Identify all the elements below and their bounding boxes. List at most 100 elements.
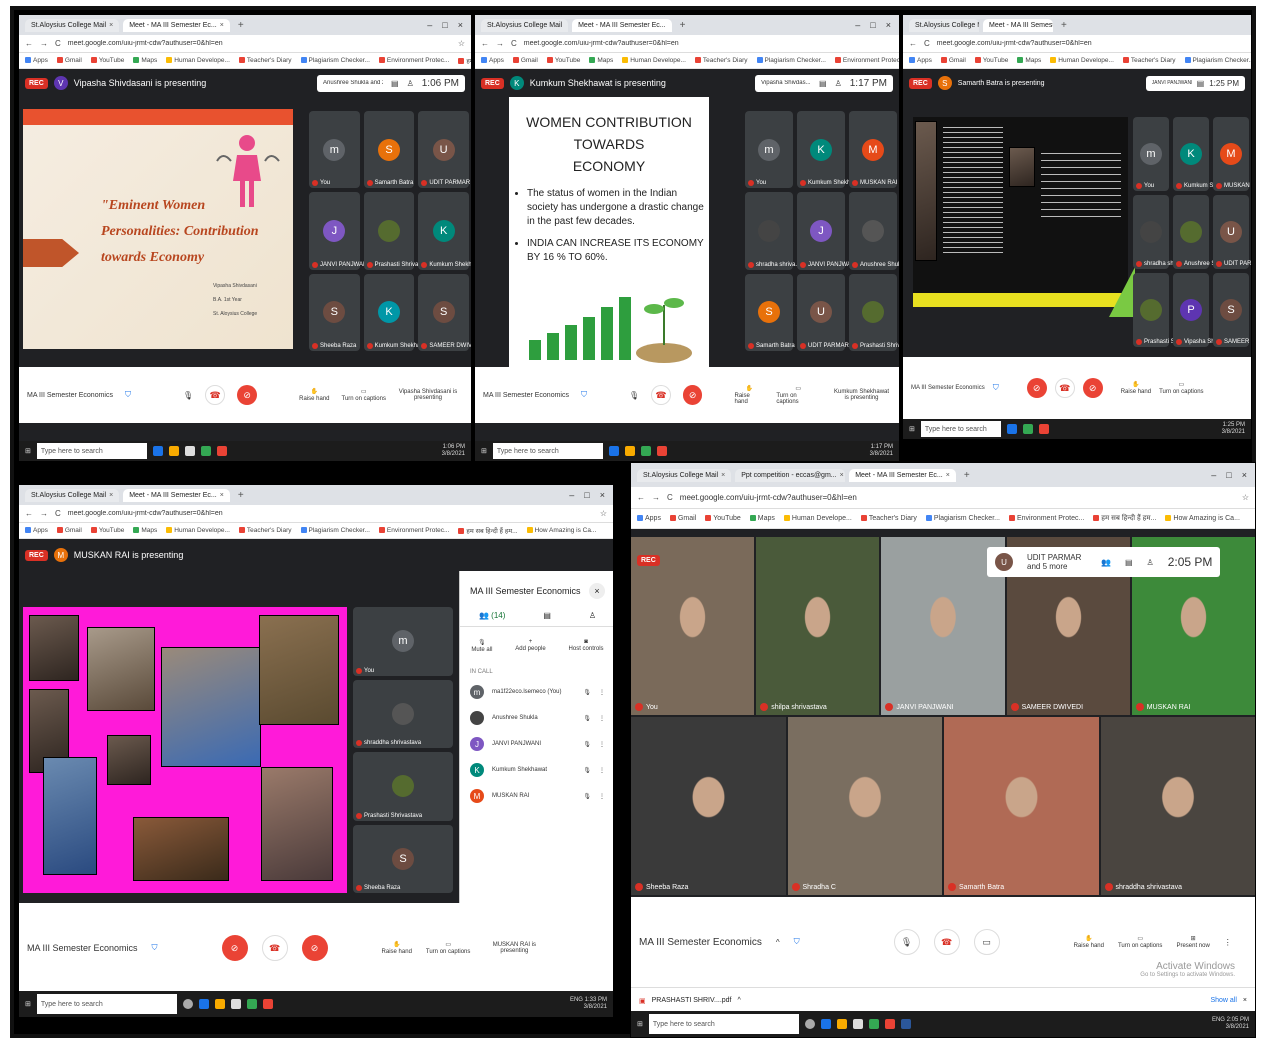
bookmark-item[interactable]: Teacher's Diary [861, 515, 917, 522]
bookmark-item[interactable]: Maps [589, 57, 613, 64]
participant-tile[interactable]: K Kumkum Shekh... [418, 192, 471, 270]
camera-off-button[interactable]: ⊘ [1082, 378, 1103, 398]
forward-icon[interactable]: → [40, 509, 48, 518]
edge-icon[interactable] [152, 446, 163, 456]
bookmark-item[interactable]: Gmail [670, 515, 696, 522]
bookmark-item[interactable]: YouTube [91, 527, 125, 534]
chrome-icon[interactable] [884, 1019, 895, 1029]
bookmark-item[interactable]: हम सब हिन्दी हैं हम... [458, 526, 517, 535]
new-tab-icon[interactable]: + [234, 490, 248, 501]
add-people-button[interactable]: + Add people [515, 639, 545, 653]
bookmark-item[interactable]: Plagiarism Checker... [926, 515, 1000, 522]
chevron-up-icon[interactable]: ^ [776, 938, 780, 947]
files-icon[interactable] [214, 999, 225, 1009]
people-icon[interactable]: 👥 [1101, 558, 1111, 567]
bookmark-item[interactable]: Human Develope... [166, 527, 230, 534]
close-icon[interactable]: × [1243, 997, 1247, 1004]
files-icon[interactable] [836, 1019, 847, 1029]
bookmark-item[interactable]: हम सब हिन्दी हैं हम... [1093, 514, 1156, 523]
taskbar-search[interactable]: Type here to search [36, 994, 177, 1014]
participant-tile[interactable]: J JANVI PANJWANI [309, 192, 369, 270]
address-field[interactable]: meet.google.com/uiu-jrmt-cdw?authuser=0&… [937, 40, 1245, 47]
back-icon[interactable]: ← [909, 39, 917, 48]
meeting-name[interactable]: MA III Semester Economics [27, 943, 138, 953]
participant-tile[interactable]: m You [353, 607, 453, 676]
participant-video[interactable]: shilpa shrivastava [756, 537, 880, 715]
participant-tile[interactable]: Prashasti Shriva... [363, 192, 423, 270]
bookmark-item[interactable]: हम सब हिन्दी हैं हम... [458, 56, 471, 65]
address-field[interactable]: meet.google.com/uiu-jrmt-cdw?authuser=0&… [680, 493, 1235, 502]
participant-tile[interactable]: m You [1133, 117, 1169, 191]
mic-button[interactable]: 🎙 [893, 929, 920, 955]
bookmark-item[interactable]: YouTube [705, 515, 741, 522]
forward-icon[interactable]: → [496, 39, 504, 48]
close-icon[interactable]: × [220, 22, 224, 29]
bookmark-item[interactable]: YouTube [547, 57, 581, 64]
participant-tile[interactable]: S SAMEER DWIVEDI [418, 273, 471, 351]
bookmark-item[interactable]: Environment Protec... [1009, 515, 1084, 522]
more-options-icon[interactable]: ⋮ [599, 689, 605, 696]
meeting-name[interactable]: MA III Semester Economics [911, 385, 985, 391]
activities-icon[interactable]: ♙ [1147, 558, 1154, 567]
mic-icon[interactable]: 🎙 [629, 391, 639, 400]
participant-tile[interactable]: S Samarth Batra [363, 111, 415, 189]
reload-icon[interactable]: C [924, 39, 930, 48]
chevron-up-icon[interactable]: ^ [738, 997, 741, 1004]
participant-tile[interactable]: Anushree Shukla [1173, 195, 1230, 269]
more-options-icon[interactable]: ⋮ [599, 715, 605, 722]
tab-meet[interactable]: Meet - MA III Semester Ec... × [849, 468, 956, 482]
taskbar-search[interactable]: Type here to search [492, 443, 603, 459]
bookmark-item[interactable]: Environment Protec... [379, 527, 450, 534]
participant-tile[interactable]: shradha shriva... [1133, 195, 1188, 269]
new-tab-icon[interactable]: + [676, 20, 690, 31]
new-tab-icon[interactable]: + [234, 20, 248, 31]
people-list-item[interactable]: m ma1f22eco.lsemeco (You) 🎙 ⋮ [460, 679, 613, 705]
bookmark-item[interactable]: Human Develope... [784, 515, 852, 522]
reload-icon[interactable]: C [511, 39, 517, 48]
more-options-icon[interactable]: ⋮ [599, 793, 605, 800]
word-icon[interactable] [900, 1019, 911, 1029]
people-list-item[interactable]: K Kumkum Shekhawat 🎙 ⋮ [460, 757, 613, 783]
mute-all-button[interactable]: 🎙 Mute all [471, 639, 492, 653]
star-icon[interactable]: ☆ [1242, 493, 1249, 502]
chrome-icon[interactable] [262, 999, 273, 1009]
activities-tab[interactable]: ♙ [589, 611, 596, 620]
back-icon[interactable]: ← [25, 509, 33, 518]
download-file[interactable]: PRASHASTI SHRIV....pdf [652, 997, 732, 1004]
back-icon[interactable]: ← [637, 493, 645, 502]
bookmark-item[interactable]: Maps [133, 527, 157, 534]
bookmark-item[interactable]: How Amazing is Ca... [1165, 515, 1240, 522]
participant-tile[interactable]: M MUSKAN RAI [1213, 117, 1251, 191]
maximize-icon[interactable]: □ [584, 490, 589, 500]
raise-hand-button[interactable]: ✋ Raise hand [1121, 381, 1151, 395]
bookmark-item[interactable]: Gmail [57, 527, 82, 534]
participant-tile[interactable]: U UDIT PARMAR [418, 111, 470, 189]
tab-meet[interactable]: Meet - MA III Semester Ec... [983, 18, 1053, 32]
tab-college-mail[interactable]: St.Aloysius College Mail [481, 18, 569, 32]
windows-start-icon[interactable]: ⊞ [637, 1020, 643, 1028]
mic-off-icon[interactable]: 🎙 [583, 741, 591, 748]
minimize-icon[interactable]: – [569, 490, 574, 500]
windows-start-icon[interactable]: ⊞ [481, 447, 487, 455]
pinned-participants[interactable]: JANVI PANJWANI and 2 more [1152, 80, 1192, 86]
participant-video[interactable]: Shradha C [787, 717, 942, 895]
captions-button[interactable]: ▭ Turn on captions [1159, 381, 1203, 395]
more-options-icon[interactable]: ⋮ [599, 767, 605, 774]
chrome-icon[interactable] [1038, 424, 1049, 434]
end-call-button[interactable]: ☎ [261, 935, 288, 961]
participant-tile[interactable]: K Kumkum Shekha... [363, 273, 425, 351]
participant-tile[interactable]: Prashasti Shriva... [1133, 273, 1193, 347]
mic-off-button[interactable]: ⊘ [1026, 378, 1047, 398]
bookmark-item[interactable]: Teacher's Diary [1123, 57, 1176, 64]
close-icon[interactable]: × [109, 22, 113, 29]
bookmark-item[interactable]: Apps [25, 57, 48, 64]
tab-college-mail[interactable]: St.Aloysius College Mail × [637, 468, 732, 482]
excel-icon[interactable] [246, 999, 257, 1009]
show-all-link[interactable]: Show all [1210, 997, 1236, 1004]
bookmark-item[interactable]: Gmail [941, 57, 966, 64]
bookmark-item[interactable]: Plagiarism Checker... [301, 527, 370, 534]
bookmark-item[interactable]: Teacher's Diary [239, 527, 292, 534]
tab-meet[interactable]: Meet - MA III Semester Ec... × [123, 488, 230, 502]
excel-icon[interactable] [200, 446, 211, 456]
participant-video[interactable]: Sheeba Raza [631, 717, 786, 895]
